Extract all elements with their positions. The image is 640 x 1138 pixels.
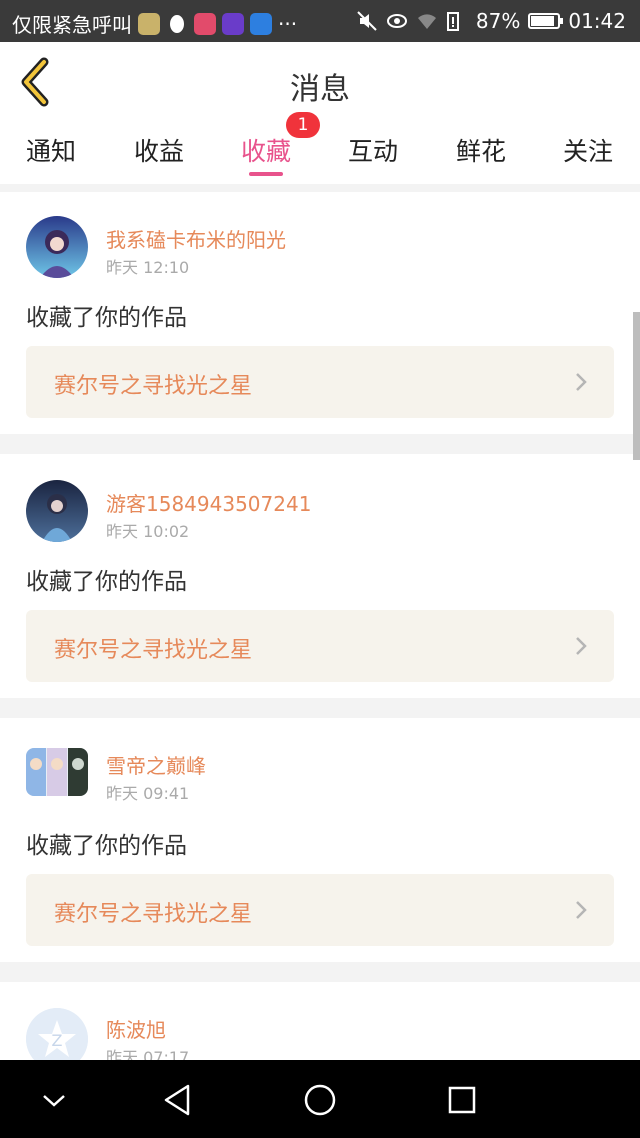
chevron-down-icon — [43, 1095, 65, 1107]
tab-flowers[interactable]: 鲜花 — [436, 132, 526, 168]
work-title: 赛尔号之寻找光之星 — [54, 902, 253, 927]
scrollbar[interactable] — [633, 312, 640, 460]
svg-text:Z: Z — [52, 1031, 63, 1050]
triangle-back-icon — [164, 1084, 190, 1116]
system-nav-bar — [0, 1060, 640, 1138]
message-text: 收藏了你的作品 — [26, 833, 187, 859]
message-text: 收藏了你的作品 — [26, 569, 187, 595]
message-text: 收藏了你的作品 — [26, 305, 187, 331]
timestamp: 昨天 09:41 — [106, 784, 190, 803]
work-title: 赛尔号之寻找光之星 — [54, 374, 253, 399]
tab-notice[interactable]: 通知 — [6, 132, 96, 168]
work-link[interactable]: 赛尔号之寻找光之星 — [26, 874, 614, 946]
work-link[interactable]: 赛尔号之寻找光之星 — [26, 346, 614, 418]
youku-icon — [250, 12, 272, 35]
avatar[interactable] — [26, 216, 88, 278]
unread-badge: 1 — [286, 112, 320, 138]
eye-icon — [386, 10, 408, 32]
message-card: 游客1584943507241 昨天 10:02 收藏了你的作品 赛尔号之寻找光… — [0, 454, 640, 698]
work-link[interactable]: 赛尔号之寻找光之星 — [26, 610, 614, 682]
home-nav-button[interactable] — [298, 1078, 342, 1122]
user-name[interactable]: 我系磕卡布米的阳光 — [106, 224, 286, 253]
timestamp: 昨天 07:17 — [106, 1048, 190, 1060]
mute-icon — [356, 10, 378, 32]
tab-earnings[interactable]: 收益 — [114, 132, 204, 168]
recents-nav-button[interactable] — [440, 1078, 484, 1122]
carrier-text: 仅限紧急呼叫 — [12, 13, 132, 37]
more-notifications: ··· — [278, 11, 298, 36]
message-card: Z 陈波旭 昨天 07:17 — [0, 982, 640, 1060]
clock: 01:42 — [568, 9, 626, 33]
app-notification-icon — [138, 12, 160, 35]
app-icon-m — [222, 12, 244, 35]
user-name[interactable]: 雪帝之巅峰 — [106, 750, 206, 779]
battery-warning-icon — [446, 10, 468, 32]
battery-icon — [528, 13, 564, 29]
work-title: 赛尔号之寻找光之星 — [54, 638, 253, 663]
avatar[interactable] — [26, 748, 88, 796]
active-tab-indicator — [249, 172, 283, 176]
user-name[interactable]: 游客1584943507241 — [106, 488, 311, 517]
chevron-right-icon — [576, 901, 587, 919]
battery-percent: 87% — [475, 9, 521, 33]
chevron-right-icon — [576, 637, 587, 655]
user-name[interactable]: 陈波旭 — [106, 1014, 166, 1043]
header: 消息 — [0, 42, 640, 123]
app-icon-pink — [194, 12, 216, 35]
tab-interaction[interactable]: 互动 — [328, 132, 418, 168]
square-recents-icon — [448, 1086, 476, 1114]
timestamp: 昨天 10:02 — [106, 522, 190, 541]
default-avatar-icon[interactable]: Z — [26, 1008, 88, 1060]
chevron-right-icon — [576, 373, 587, 391]
page-title: 消息 — [290, 72, 350, 107]
hide-nav-button[interactable] — [32, 1078, 76, 1122]
qq-icon — [166, 13, 188, 35]
back-nav-button[interactable] — [156, 1078, 200, 1122]
message-card: 雪帝之巅峰 昨天 09:41 收藏了你的作品 赛尔号之寻找光之星 — [0, 718, 640, 962]
message-card: 我系磕卡布米的阳光 昨天 12:10 收藏了你的作品 赛尔号之寻找光之星 — [0, 192, 640, 434]
avatar[interactable] — [26, 480, 88, 542]
circle-home-icon — [304, 1084, 336, 1116]
wifi-icon — [416, 10, 438, 32]
status-bar: 仅限紧急呼叫 ··· 87% 01:42 — [0, 0, 640, 42]
tab-follow[interactable]: 关注 — [543, 132, 633, 168]
tab-bar: 通知 收益 收藏 互动 鲜花 关注 — [0, 122, 640, 184]
timestamp: 昨天 12:10 — [106, 258, 190, 277]
